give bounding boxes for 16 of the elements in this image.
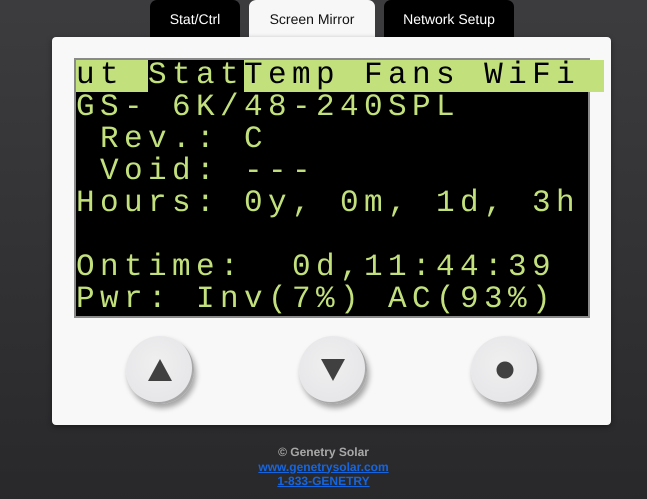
lcd-text-line: Pwr: Inv(7%) AC(93%) [76, 284, 558, 316]
lcd-text-line: Ontime: 0d,11:44:39 [76, 252, 558, 284]
tab[interactable]: Screen Mirror [249, 0, 375, 37]
tab[interactable]: Network Setup [384, 0, 514, 37]
select-button[interactable] [471, 336, 539, 404]
up-button[interactable] [126, 336, 194, 404]
arrow-down-icon [318, 357, 346, 383]
lcd-text-line: Void: --- [99, 156, 318, 188]
tab[interactable]: Stat/Ctrl [150, 0, 240, 37]
copyright-text: © Genetry Solar [278, 445, 369, 460]
lcd-text-line: Hours: 0y, 0m, 1d, 3h [76, 188, 582, 220]
lcd-text-line: GS- 6K/48-240SPL [76, 92, 462, 124]
down-button[interactable] [298, 336, 366, 404]
lcd-text-line: Rev.: C [99, 124, 270, 156]
arrow-up-icon [146, 357, 174, 383]
dot-icon [496, 361, 514, 379]
